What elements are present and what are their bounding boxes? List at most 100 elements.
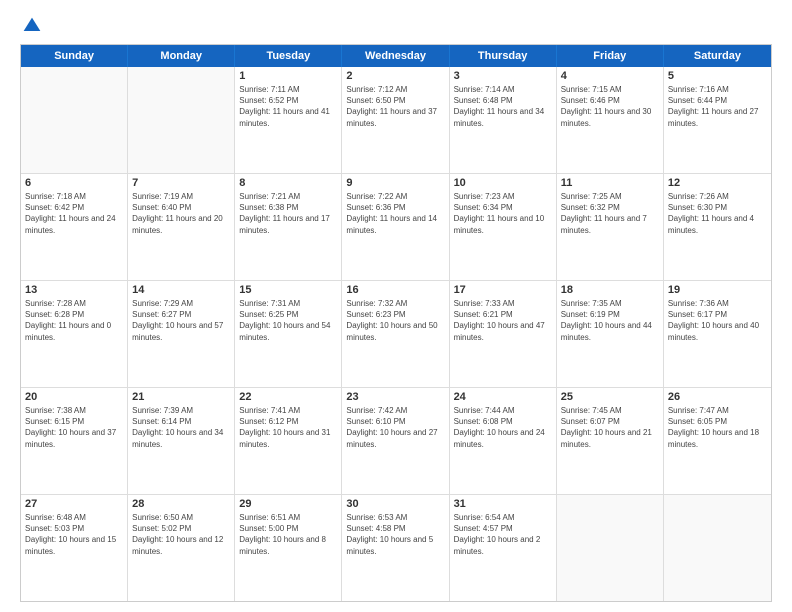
calendar-header: SundayMondayTuesdayWednesdayThursdayFrid… <box>21 45 771 67</box>
calendar-cell: 2 Sunrise: 7:12 AM Sunset: 6:50 PM Daylig… <box>342 67 449 173</box>
day-number: 13 <box>25 284 123 296</box>
day-info: Sunrise: 6:53 AM Sunset: 4:58 PM Dayligh… <box>346 512 444 557</box>
weekday-header: Sunday <box>21 45 128 67</box>
day-number: 16 <box>346 284 444 296</box>
day-number: 26 <box>668 391 767 403</box>
weekday-header: Tuesday <box>235 45 342 67</box>
day-info: Sunrise: 7:29 AM Sunset: 6:27 PM Dayligh… <box>132 298 230 343</box>
calendar-cell: 21 Sunrise: 7:39 AM Sunset: 6:14 PM Dayli… <box>128 388 235 494</box>
calendar-cell: 3Sunrise: 7:14 AM Sunset: 6:48 PM Daylig… <box>450 67 557 173</box>
calendar-cell <box>557 495 664 601</box>
day-info: Sunrise: 7:18 AM Sunset: 6:42 PM Dayligh… <box>25 191 123 236</box>
day-number: 31 <box>454 498 552 510</box>
day-info: Sunrise: 7:15 AM Sunset: 6:46 PM Dayligh… <box>561 84 659 129</box>
day-info: Sunrise: 7:47 AM Sunset: 6:05 PM Dayligh… <box>668 405 767 450</box>
day-info: Sunrise: 7:45 AM Sunset: 6:07 PM Dayligh… <box>561 405 659 450</box>
calendar-cell: 25 Sunrise: 7:45 AM Sunset: 6:07 PM Dayli… <box>557 388 664 494</box>
calendar-cell: 9Sunrise: 7:22 AM Sunset: 6:36 PM Daylig… <box>342 174 449 280</box>
logo-area <box>20 16 42 36</box>
weekday-header: Monday <box>128 45 235 67</box>
calendar: SundayMondayTuesdayWednesdayThursdayFrid… <box>20 44 772 602</box>
day-number: 2 <box>346 70 444 82</box>
day-info: Sunrise: 7:39 AM Sunset: 6:14 PM Dayligh… <box>132 405 230 450</box>
day-number: 25 <box>561 391 659 403</box>
day-info: Sunrise: 7:32 AM Sunset: 6:23 PM Dayligh… <box>346 298 444 343</box>
day-info: Sunrise: 7:36 AM Sunset: 6:17 PM Dayligh… <box>668 298 767 343</box>
calendar-cell: 1 Sunrise: 7:11 AM Sunset: 6:52 PM Daylig… <box>235 67 342 173</box>
calendar-cell: 27 Sunrise: 6:48 AM Sunset: 5:03 PM Dayli… <box>21 495 128 601</box>
calendar-row: 6 Sunrise: 7:18 AM Sunset: 6:42 PM Daylig… <box>21 174 771 281</box>
day-info: Sunrise: 7:21 AM Sunset: 6:38 PM Dayligh… <box>239 191 337 236</box>
day-number: 7 <box>132 177 230 189</box>
day-number: 22 <box>239 391 337 403</box>
weekday-header: Friday <box>557 45 664 67</box>
calendar-cell: 12 Sunrise: 7:26 AM Sunset: 6:30 PM Dayli… <box>664 174 771 280</box>
weekday-header: Wednesday <box>342 45 449 67</box>
calendar-cell: 28 Sunrise: 6:50 AM Sunset: 5:02 PM Dayli… <box>128 495 235 601</box>
calendar-row: 20 Sunrise: 7:38 AM Sunset: 6:15 PM Dayli… <box>21 388 771 495</box>
calendar-cell: 5Sunrise: 7:16 AM Sunset: 6:44 PM Daylig… <box>664 67 771 173</box>
day-number: 8 <box>239 177 337 189</box>
day-number: 12 <box>668 177 767 189</box>
calendar-cell: 13Sunrise: 7:28 AM Sunset: 6:28 PM Dayli… <box>21 281 128 387</box>
day-info: Sunrise: 7:26 AM Sunset: 6:30 PM Dayligh… <box>668 191 767 236</box>
day-number: 4 <box>561 70 659 82</box>
day-info: Sunrise: 7:42 AM Sunset: 6:10 PM Dayligh… <box>346 405 444 450</box>
day-number: 28 <box>132 498 230 510</box>
day-number: 27 <box>25 498 123 510</box>
calendar-row: 1 Sunrise: 7:11 AM Sunset: 6:52 PM Daylig… <box>21 67 771 174</box>
day-number: 19 <box>668 284 767 296</box>
calendar-cell: 16 Sunrise: 7:32 AM Sunset: 6:23 PM Dayli… <box>342 281 449 387</box>
day-info: Sunrise: 7:35 AM Sunset: 6:19 PM Dayligh… <box>561 298 659 343</box>
day-info: Sunrise: 7:44 AM Sunset: 6:08 PM Dayligh… <box>454 405 552 450</box>
day-number: 23 <box>346 391 444 403</box>
day-info: Sunrise: 6:48 AM Sunset: 5:03 PM Dayligh… <box>25 512 123 557</box>
calendar-cell: 23 Sunrise: 7:42 AM Sunset: 6:10 PM Dayli… <box>342 388 449 494</box>
day-number: 20 <box>25 391 123 403</box>
day-number: 17 <box>454 284 552 296</box>
calendar-cell: 7 Sunrise: 7:19 AM Sunset: 6:40 PM Daylig… <box>128 174 235 280</box>
day-info: Sunrise: 7:38 AM Sunset: 6:15 PM Dayligh… <box>25 405 123 450</box>
calendar-cell: 14 Sunrise: 7:29 AM Sunset: 6:27 PM Dayli… <box>128 281 235 387</box>
day-info: Sunrise: 6:50 AM Sunset: 5:02 PM Dayligh… <box>132 512 230 557</box>
calendar-cell: 30 Sunrise: 6:53 AM Sunset: 4:58 PM Dayli… <box>342 495 449 601</box>
calendar-cell: 4 Sunrise: 7:15 AM Sunset: 6:46 PM Daylig… <box>557 67 664 173</box>
calendar-cell: 11Sunrise: 7:25 AM Sunset: 6:32 PM Dayli… <box>557 174 664 280</box>
calendar-cell: 17Sunrise: 7:33 AM Sunset: 6:21 PM Dayli… <box>450 281 557 387</box>
weekday-header: Thursday <box>450 45 557 67</box>
calendar-cell: 22Sunrise: 7:41 AM Sunset: 6:12 PM Dayli… <box>235 388 342 494</box>
day-info: Sunrise: 7:23 AM Sunset: 6:34 PM Dayligh… <box>454 191 552 236</box>
day-info: Sunrise: 7:16 AM Sunset: 6:44 PM Dayligh… <box>668 84 767 129</box>
day-number: 30 <box>346 498 444 510</box>
day-number: 14 <box>132 284 230 296</box>
day-info: Sunrise: 7:19 AM Sunset: 6:40 PM Dayligh… <box>132 191 230 236</box>
calendar-body: 1 Sunrise: 7:11 AM Sunset: 6:52 PM Daylig… <box>21 67 771 601</box>
logo-icon <box>22 16 42 36</box>
calendar-cell <box>664 495 771 601</box>
calendar-cell: 26 Sunrise: 7:47 AM Sunset: 6:05 PM Dayli… <box>664 388 771 494</box>
day-info: Sunrise: 7:11 AM Sunset: 6:52 PM Dayligh… <box>239 84 337 129</box>
calendar-cell: 10 Sunrise: 7:23 AM Sunset: 6:34 PM Dayli… <box>450 174 557 280</box>
day-number: 6 <box>25 177 123 189</box>
page: SundayMondayTuesdayWednesdayThursdayFrid… <box>0 0 792 612</box>
day-info: Sunrise: 7:12 AM Sunset: 6:50 PM Dayligh… <box>346 84 444 129</box>
calendar-cell: 18 Sunrise: 7:35 AM Sunset: 6:19 PM Dayli… <box>557 281 664 387</box>
day-number: 29 <box>239 498 337 510</box>
day-number: 1 <box>239 70 337 82</box>
day-info: Sunrise: 7:22 AM Sunset: 6:36 PM Dayligh… <box>346 191 444 236</box>
calendar-row: 13Sunrise: 7:28 AM Sunset: 6:28 PM Dayli… <box>21 281 771 388</box>
calendar-cell: 20 Sunrise: 7:38 AM Sunset: 6:15 PM Dayli… <box>21 388 128 494</box>
calendar-cell: 8 Sunrise: 7:21 AM Sunset: 6:38 PM Daylig… <box>235 174 342 280</box>
day-number: 18 <box>561 284 659 296</box>
weekday-header: Saturday <box>664 45 771 67</box>
day-number: 15 <box>239 284 337 296</box>
day-info: Sunrise: 6:51 AM Sunset: 5:00 PM Dayligh… <box>239 512 337 557</box>
day-number: 21 <box>132 391 230 403</box>
calendar-cell: 15Sunrise: 7:31 AM Sunset: 6:25 PM Dayli… <box>235 281 342 387</box>
day-info: Sunrise: 6:54 AM Sunset: 4:57 PM Dayligh… <box>454 512 552 557</box>
day-number: 10 <box>454 177 552 189</box>
day-number: 24 <box>454 391 552 403</box>
calendar-cell: 29 Sunrise: 6:51 AM Sunset: 5:00 PM Dayli… <box>235 495 342 601</box>
day-number: 11 <box>561 177 659 189</box>
calendar-row: 27 Sunrise: 6:48 AM Sunset: 5:03 PM Dayli… <box>21 495 771 601</box>
